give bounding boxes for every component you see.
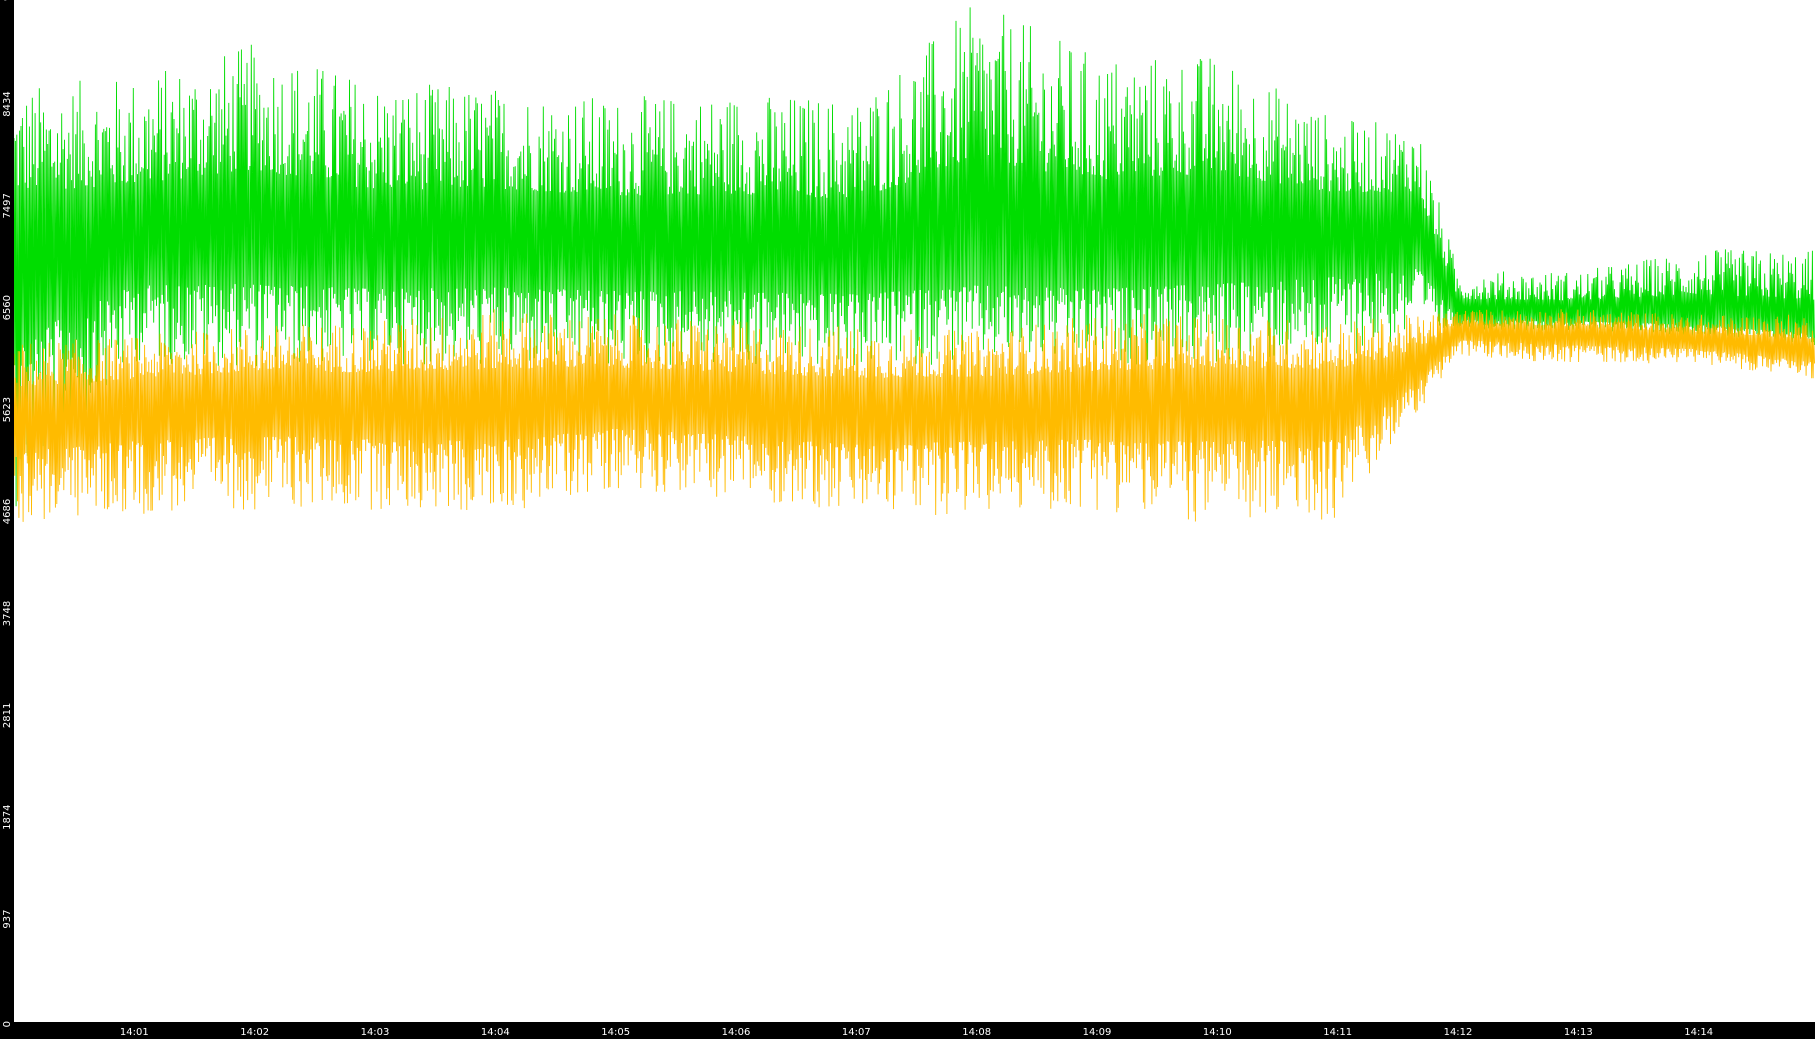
y-tick-label: 4686 (2, 499, 13, 524)
y-tick-label: 9372 (2, 0, 13, 1)
x-tick-label: 14:04 (481, 1027, 510, 1038)
y-tick-label: 937 (2, 910, 13, 929)
x-tick-label: 14:10 (1203, 1027, 1232, 1038)
plot-background (0, 0, 1815, 1039)
y-tick-label: 8434 (2, 91, 13, 116)
x-tick-label: 14:02 (240, 1027, 269, 1038)
y-tick-label: 7497 (2, 193, 13, 218)
x-tick-label: 14:09 (1083, 1027, 1112, 1038)
y-tick-label: 1874 (2, 804, 13, 829)
y-tick-label: 2811 (2, 703, 13, 728)
y-tick-label: 5623 (2, 397, 13, 422)
x-tick-label: 14:12 (1444, 1027, 1473, 1038)
x-tick-label: 14:13 (1564, 1027, 1593, 1038)
x-tick-label: 14:11 (1323, 1027, 1352, 1038)
x-tick-label: 14:06 (722, 1027, 751, 1038)
x-tick-label: 14:08 (962, 1027, 991, 1038)
y-tick-label: 3748 (2, 601, 13, 626)
x-tick-label: 14:03 (361, 1027, 390, 1038)
x-tick-label: 14:14 (1684, 1027, 1713, 1038)
line-chart: 0 937 1874 2811 3748 4686 5623 6560 7497 8434 9372… (0, 0, 1815, 1039)
x-axis-bar (0, 1022, 1815, 1039)
y-tick-label: 6560 (2, 295, 13, 320)
x-tick-label: 14:01 (120, 1027, 149, 1038)
y-tick-label: 0 (2, 1021, 13, 1027)
x-tick-label: 14:05 (601, 1027, 630, 1038)
x-tick-label: 14:07 (842, 1027, 871, 1038)
